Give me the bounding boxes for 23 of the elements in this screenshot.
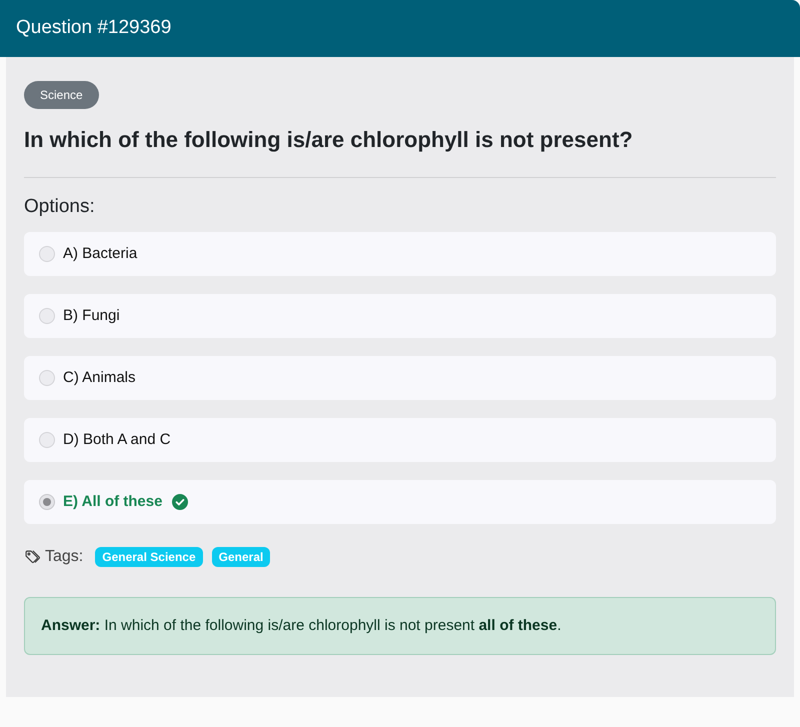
question-number-title: Question #129369 — [16, 16, 172, 40]
tags-label: Tags: — [45, 547, 84, 568]
radio-button[interactable] — [39, 308, 55, 324]
check-circle-icon — [172, 494, 188, 510]
option-label: B) Fungi — [63, 306, 120, 326]
options-heading: Options: — [24, 194, 96, 218]
option-row[interactable]: C) Animals — [24, 356, 776, 400]
tag-icon — [24, 548, 41, 566]
option-label: D) Both A and C — [63, 430, 171, 450]
radio-button[interactable] — [39, 246, 55, 262]
option-row[interactable]: A) Bacteria — [24, 232, 776, 276]
category-badge: Science — [24, 81, 99, 109]
option-label: C) Animals — [63, 368, 136, 388]
question-text: In which of the following is/are chlorophyll is not present? — [24, 126, 634, 154]
option-row[interactable]: B) Fungi — [24, 294, 776, 338]
option-label: E) All of these — [63, 492, 162, 512]
radio-button[interactable] — [39, 494, 55, 510]
option-row[interactable]: E) All of these — [24, 480, 776, 524]
option-row[interactable]: D) Both A and C — [24, 418, 776, 462]
option-label: A) Bacteria — [63, 244, 138, 264]
radio-button[interactable] — [39, 432, 55, 448]
answer-text: Answer: In which of the following is/are chlorophyll is not present all of these. — [41, 616, 562, 636]
radio-button[interactable] — [39, 370, 55, 386]
